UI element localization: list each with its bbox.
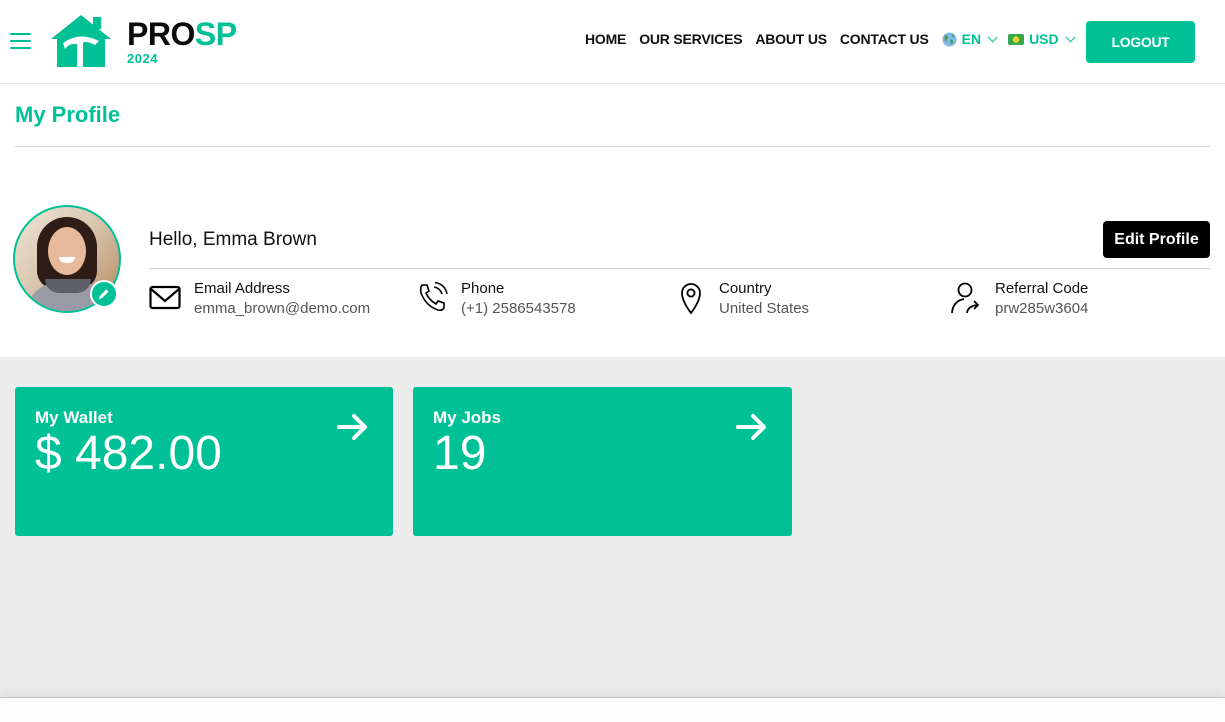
chevron-down-icon	[1065, 31, 1076, 42]
info-email: Email Address emma_brown@demo.com	[149, 280, 370, 320]
money-icon	[1008, 33, 1025, 45]
user-share-icon	[951, 282, 980, 314]
info-phone: Phone (+1) 2586543578	[416, 280, 576, 320]
envelope-icon	[149, 285, 181, 310]
hamburger-line	[10, 40, 31, 42]
currency-dropdown[interactable]: USD	[1008, 31, 1076, 47]
info-label: Country	[719, 280, 772, 297]
house-hammer-logo-icon	[51, 15, 111, 67]
jobs-card[interactable]: My Jobs 19	[413, 387, 792, 536]
language-dropdown[interactable]: EN	[942, 31, 998, 47]
info-label: Email Address	[194, 280, 290, 297]
info-value: (+1) 2586543578	[461, 300, 576, 317]
language-selected: EN	[961, 31, 982, 47]
brand-logo[interactable]: PROSP 2024	[49, 13, 237, 69]
top-header: PROSP 2024 HOME OUR SERVICES ABOUT US CO…	[0, 0, 1225, 84]
page-title: My Profile	[15, 102, 121, 127]
currency-selected: USD	[1029, 31, 1059, 47]
chevron-down-icon	[987, 31, 998, 42]
nav-contact-us[interactable]: CONTACT US	[840, 31, 929, 47]
info-value: emma_brown@demo.com	[194, 300, 371, 317]
brand-year: 2024	[127, 50, 158, 66]
wallet-card[interactable]: My Wallet $ 482.00	[15, 387, 393, 536]
arrow-right-icon[interactable]	[736, 413, 768, 441]
info-label: Phone	[461, 280, 505, 297]
arrow-right-icon[interactable]	[337, 413, 369, 441]
greeting-text: Hello, Emma Brown	[149, 229, 317, 250]
jobs-count: 19	[433, 427, 487, 480]
nav-home[interactable]: HOME	[585, 31, 626, 47]
menu-toggle-button[interactable]	[10, 33, 31, 49]
brand-name: PROSP	[127, 15, 237, 52]
edit-avatar-button[interactable]	[90, 280, 118, 308]
location-pin-icon	[681, 283, 701, 315]
logout-button[interactable]: LOGOUT	[1086, 21, 1195, 63]
hamburger-line	[10, 33, 31, 35]
card-title: My Jobs	[433, 408, 502, 427]
phone-icon	[419, 281, 448, 312]
info-label: Referral Code	[995, 280, 1089, 297]
divider	[15, 146, 1210, 147]
hamburger-line	[10, 47, 31, 49]
info-value: prw285w3604	[995, 300, 1089, 317]
wallet-balance: $ 482.00	[35, 427, 222, 480]
nav-about-us[interactable]: ABOUT US	[755, 31, 827, 47]
edit-profile-button[interactable]: Edit Profile	[1103, 221, 1210, 258]
card-title: My Wallet	[35, 408, 113, 427]
info-value: United States	[719, 300, 810, 317]
divider	[149, 268, 1210, 269]
main-nav: HOME OUR SERVICES ABOUT US CONTACT US EN…	[585, 31, 1086, 47]
pencil-icon	[99, 289, 109, 299]
footer-bar	[0, 697, 1225, 722]
nav-our-services[interactable]: OUR SERVICES	[639, 31, 742, 47]
info-country: Country United States	[674, 280, 809, 320]
globe-icon	[942, 31, 957, 47]
info-referral-code: Referral Code prw285w3604	[950, 280, 1088, 320]
profile-section: My Profile Hello, Emma Brown Edit Profil…	[0, 84, 1225, 357]
